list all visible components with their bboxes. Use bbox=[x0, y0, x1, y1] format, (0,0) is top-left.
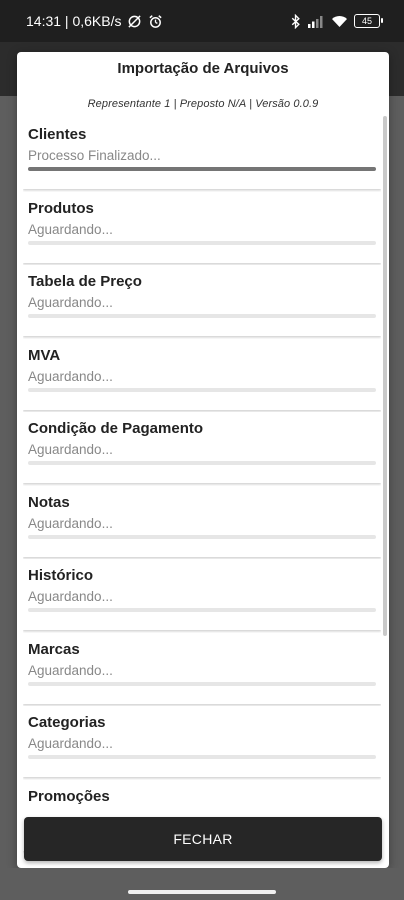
status-bar-right: 45 bbox=[291, 13, 383, 29]
dialog-subtitle: Representante 1 | Preposto N/A | Versão … bbox=[87, 98, 319, 110]
list-item-historico: Histórico Aguardando... bbox=[23, 559, 381, 630]
alarm-icon bbox=[148, 14, 163, 29]
close-button[interactable]: FECHAR bbox=[24, 817, 382, 861]
signal-icon bbox=[307, 15, 325, 28]
item-name: Histórico bbox=[28, 567, 94, 584]
item-progress-bar bbox=[28, 534, 376, 539]
list-item-mva: MVA Aguardando... bbox=[23, 338, 381, 410]
item-name: Clientes bbox=[28, 126, 87, 143]
item-name: Categorias bbox=[28, 714, 106, 731]
battery-icon: 45 bbox=[354, 14, 383, 28]
item-status: Aguardando... bbox=[28, 662, 113, 678]
item-status: Aguardando... bbox=[28, 515, 113, 531]
list-item-produtos: Produtos Aguardando... bbox=[23, 191, 381, 263]
dialog-title: Importação de Arquivos bbox=[117, 60, 289, 77]
status-time-speed: 14:31 | 0,6KB/s bbox=[26, 13, 122, 29]
item-name: Marcas bbox=[28, 640, 80, 658]
list-item-clientes: Clientes Processo Finalizado... bbox=[23, 118, 381, 189]
status-bar: 14:31 | 0,6KB/s 45 bbox=[0, 0, 404, 42]
list-item-categorias: Categorias Aguardando... bbox=[23, 706, 381, 777]
item-progress-bar bbox=[28, 681, 376, 686]
item-name: Tabela de Preço bbox=[28, 273, 142, 290]
item-name: Condição de Pagamento bbox=[28, 420, 204, 437]
item-name: MVA bbox=[28, 346, 61, 364]
item-name: Produtos bbox=[28, 199, 94, 217]
item-progress-bar bbox=[28, 387, 376, 392]
status-bar-left: 14:31 | 0,6KB/s bbox=[26, 13, 163, 29]
item-progress-bar bbox=[28, 461, 376, 465]
item-progress-bar bbox=[28, 608, 376, 612]
wifi-icon bbox=[331, 15, 348, 28]
import-list[interactable]: Clientes Processo Finalizado... Produtos… bbox=[23, 118, 381, 868]
navigation-bar bbox=[0, 868, 404, 900]
import-dialog: Importação de Arquivos Representante 1 |… bbox=[17, 52, 389, 868]
home-gesture-handle[interactable] bbox=[128, 890, 276, 894]
item-progress-fill bbox=[28, 167, 376, 171]
item-name: Promoções bbox=[28, 787, 110, 805]
data-saver-icon bbox=[127, 14, 142, 29]
item-progress-bar bbox=[28, 167, 376, 171]
item-status: Aguardando... bbox=[28, 589, 113, 604]
item-progress-bar bbox=[28, 314, 376, 318]
item-name: Notas bbox=[28, 493, 70, 511]
bluetooth-icon bbox=[291, 13, 301, 29]
item-status: Processo Finalizado... bbox=[28, 148, 161, 163]
list-item-condicao-de-pagamento: Condição de Pagamento Aguardando... bbox=[23, 412, 381, 483]
list-item-tabela-de-preco: Tabela de Preço Aguardando... bbox=[23, 265, 381, 336]
list-item-marcas: Marcas Aguardando... bbox=[23, 632, 381, 704]
item-progress-bar bbox=[28, 240, 376, 245]
item-status: Aguardando... bbox=[28, 368, 113, 384]
item-status: Aguardando... bbox=[28, 221, 113, 237]
list-scrollbar[interactable] bbox=[383, 116, 387, 636]
item-status: Aguardando... bbox=[28, 736, 113, 751]
item-status: Aguardando... bbox=[28, 442, 113, 457]
item-progress-bar bbox=[28, 755, 376, 759]
list-item-notas: Notas Aguardando... bbox=[23, 485, 381, 557]
item-status: Aguardando... bbox=[28, 295, 113, 310]
